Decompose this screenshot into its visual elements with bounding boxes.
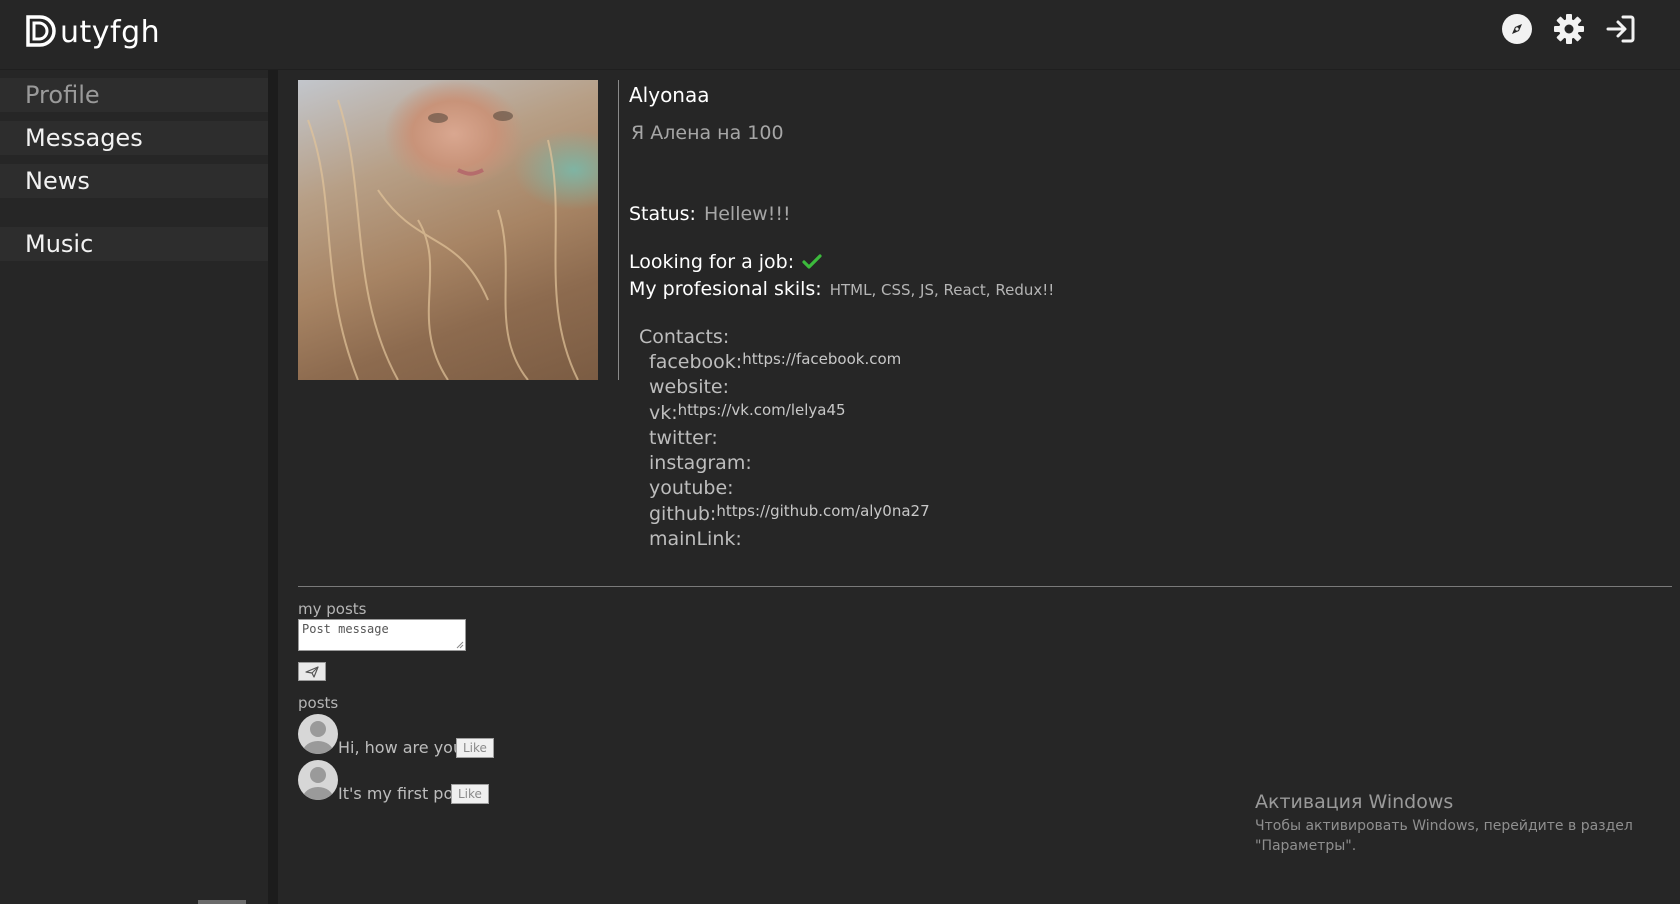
app-logo[interactable]: utyfgh [24,12,160,52]
sidebar-item-music[interactable]: Music [0,227,268,261]
post-input-placeholder: Post message [302,622,389,636]
app-header: utyfgh [0,0,1680,70]
job-row: Looking for a job: [629,251,822,273]
compass-icon[interactable] [1500,12,1534,46]
post-item: It's my first post Like [298,760,498,804]
contact-link[interactable]: https://facebook.com [742,350,901,368]
status-label: Status: [629,203,696,225]
windows-activation-line: "Параметры". [1255,838,1357,854]
contact-link[interactable]: https://github.com/aly0na27 [716,502,929,520]
post-item: Hi, how are you? Like [298,714,498,758]
skills-value: HTML, CSS, JS, React, Redux!! [829,281,1055,299]
gear-icon[interactable] [1552,12,1586,46]
profile-photo [298,80,598,380]
like-button[interactable]: Like [451,784,489,804]
contact-twitter: twitter: [649,427,718,449]
contact-label: website: [649,376,730,398]
posts-title: posts [298,694,339,712]
contact-instagram: instagram: [649,452,752,474]
contact-label: github: [649,503,717,525]
sidebar-item-profile[interactable]: Profile [0,78,268,112]
avatar [298,760,338,800]
windows-activation-line: Чтобы активировать Windows, перейдите в … [1255,818,1633,834]
contact-website: website: [649,376,729,398]
send-icon [305,665,319,678]
logo-text: utyfgh [60,14,161,50]
sidebar: Profile Messages News Music [0,70,278,904]
profile-main: Alyonaa Я Алена на 100 Status: Hellew!!! … [278,70,1680,904]
sidebar-item-label: News [25,167,90,195]
header-actions [1500,12,1638,46]
contact-link[interactable]: https://vk.com/lelya45 [678,401,846,419]
post-message-input[interactable]: Post message [298,619,466,651]
status-row: Status: Hellew!!! [629,203,791,225]
contact-github: github:https://github.com/aly0na27 [649,502,930,525]
scrollbar-thumb[interactable] [198,900,246,904]
skills-row: My profesional skils: HTML, CSS, JS, Reac… [629,278,1054,300]
send-post-button[interactable] [298,662,326,681]
job-label: Looking for a job: [629,251,795,273]
skills-label: My profesional skils: [629,278,822,300]
contact-label: youtube: [649,477,734,499]
sidebar-item-label: Profile [25,81,100,109]
contact-label: mainLink: [649,528,742,550]
sidebar-item-label: Music [25,230,94,258]
login-icon[interactable] [1604,12,1638,46]
contact-label: facebook: [649,351,743,373]
windows-activation-text: Чтобы активировать Windows, перейдите в … [1255,816,1635,856]
sidebar-item-label: Messages [25,124,143,152]
section-divider [298,586,1672,587]
my-posts-title: my posts [298,600,367,618]
contact-label: instagram: [649,452,752,474]
check-icon [802,254,822,269]
contact-youtube: youtube: [649,477,734,499]
windows-activation-title: Активация Windows [1255,791,1454,813]
like-button[interactable]: Like [456,738,494,758]
logo-mark-icon [26,15,56,47]
post-text: It's my first post [338,784,468,803]
resize-grip-icon[interactable] [456,641,464,649]
contact-vk: vk:https://vk.com/lelya45 [649,401,846,424]
profile-name: Alyonaa [629,83,710,107]
contact-facebook: facebook:https://facebook.com [649,350,901,373]
contact-mainlink: mainLink: [649,528,742,550]
contact-label: vk: [649,402,678,424]
contact-label: twitter: [649,427,718,449]
profile-about: Я Алена на 100 [631,122,784,144]
contacts-title: Contacts: [639,326,730,348]
sidebar-item-news[interactable]: News [0,164,268,198]
status-value[interactable]: Hellew!!! [704,203,791,225]
vertical-divider [618,80,619,380]
sidebar-item-messages[interactable]: Messages [0,121,268,155]
post-text: Hi, how are you? [338,738,472,757]
avatar [298,714,338,754]
